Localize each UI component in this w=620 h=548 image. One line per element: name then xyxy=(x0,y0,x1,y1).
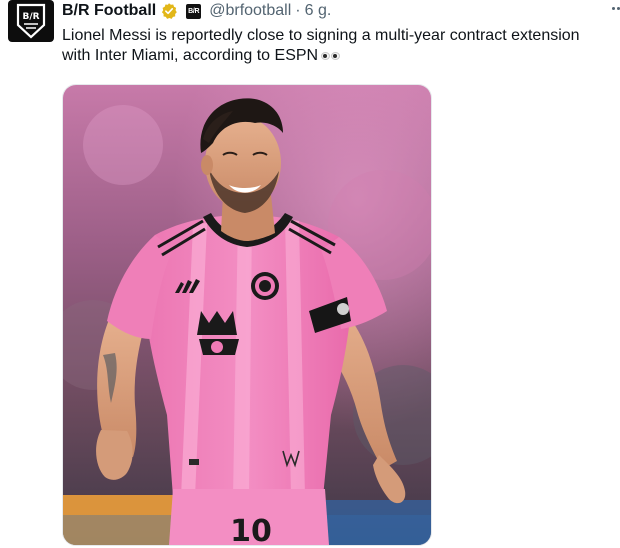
tweet-header: B/R Football B/R @brfootball · 6 g. xyxy=(62,0,331,22)
author-handle[interactable]: @brfootball xyxy=(209,0,291,22)
verified-badge-icon[interactable] xyxy=(160,2,178,20)
jersey-number: 10 xyxy=(230,514,272,545)
more-options-icon[interactable] xyxy=(608,0,620,16)
tweet-text: Lionel Messi is reportedly close to sign… xyxy=(62,26,618,66)
author-name[interactable]: B/R Football xyxy=(62,0,156,22)
tweet-timestamp[interactable]: 6 g. xyxy=(305,0,332,22)
tweet[interactable]: B/R B/R Football B/R @brfootball · 6 g. … xyxy=(0,0,620,548)
tweet-text-line-2-content: with Inter Miami, according to ESPN xyxy=(62,47,319,64)
author-avatar[interactable]: B/R xyxy=(8,0,54,42)
tweet-photo[interactable]: 10 xyxy=(62,84,432,546)
br-logo-icon: B/R xyxy=(16,3,46,39)
messi-photo-image: 10 xyxy=(63,85,431,545)
eyes-emoji-icon xyxy=(321,51,341,60)
header-separator: · xyxy=(295,2,301,19)
svg-text:B/R: B/R xyxy=(22,12,39,22)
affiliate-badge[interactable]: B/R xyxy=(186,3,202,19)
tweet-text-line-1: Lionel Messi is reportedly close to sign… xyxy=(62,27,580,44)
tweet-text-line-2: with Inter Miami, according to ESPN xyxy=(62,46,618,66)
